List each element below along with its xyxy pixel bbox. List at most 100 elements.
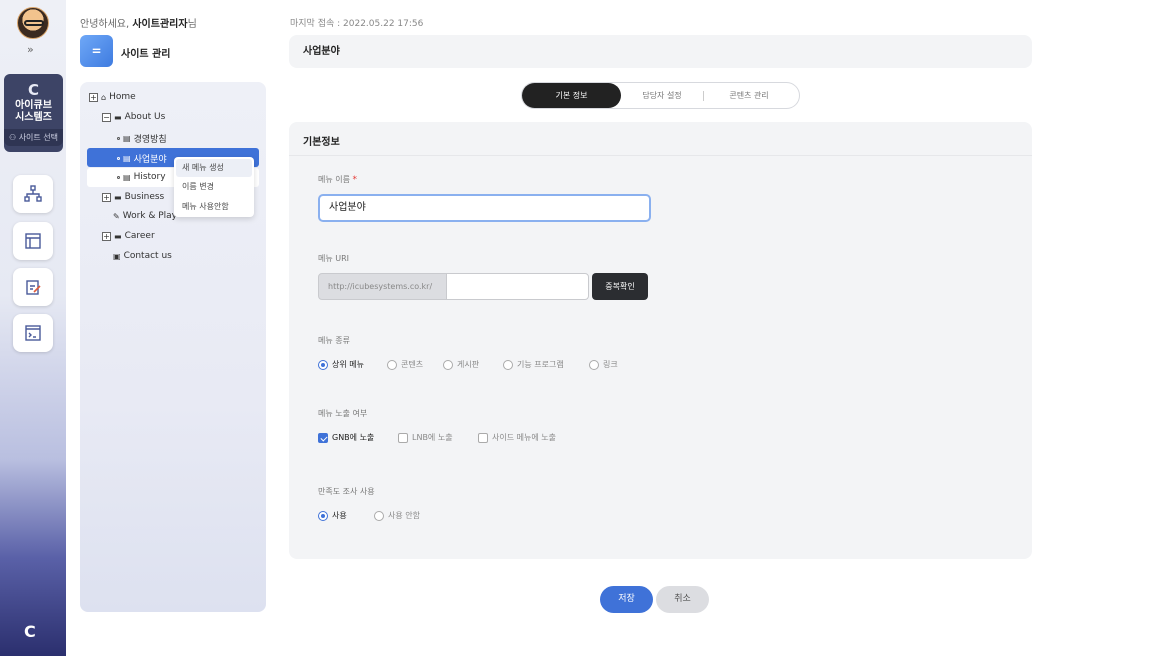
form-section-title: 기본정보 (303, 137, 340, 148)
site-card[interactable]: C 아이큐브 시스템즈 ⚇ 사이트 선택 (4, 74, 63, 152)
layout-button[interactable] (13, 222, 53, 260)
option-label: GNB에 노출 (332, 433, 375, 442)
required-mark: * (352, 175, 358, 185)
tree-node-about-us[interactable]: − ▬ About Us (102, 112, 165, 122)
radio-icon[interactable] (374, 510, 384, 521)
survey-option[interactable]: 사용 안함 (374, 510, 420, 521)
tree-node-contact[interactable]: ▣ Contact us (113, 251, 172, 261)
option-label: 콘텐츠 (401, 360, 424, 369)
bullet-icon (117, 137, 120, 140)
tree-node-label: Home (109, 92, 136, 102)
bullet-icon (117, 157, 120, 160)
menu-item-new[interactable]: 새 메뉴 생성 (176, 159, 252, 177)
expand-icon[interactable]: + (102, 192, 111, 202)
brand-logo-icon: C (24, 622, 36, 641)
cancel-button[interactable]: 취소 (656, 586, 709, 613)
tab-bar: 기본 정보 담당자 설정 콘텐츠 관리 (521, 82, 800, 109)
expand-icon[interactable]: + (89, 92, 98, 102)
menu-name-label-text: 메뉴 이름 (318, 175, 350, 184)
last-login: 마지막 접속 : 2022.05.22 17:56 (290, 19, 424, 29)
greeting-suffix: 님 (187, 19, 197, 30)
tree-node-home[interactable]: + ⌂ Home (89, 92, 136, 102)
home-icon: ⌂ (101, 92, 107, 102)
tree-node-label: Career (124, 231, 155, 241)
terminal-button[interactable] (13, 314, 53, 352)
checkbox-icon[interactable] (478, 432, 488, 443)
site-manage-title: 사이트 관리 (121, 49, 171, 60)
tree-node-career[interactable]: + ▬ Career (102, 231, 155, 241)
sitemap-button[interactable] (13, 175, 53, 213)
basic-info-form: 기본정보 메뉴 이름 * 사업분야 메뉴 URI http://icubesys… (289, 122, 1032, 559)
tree-node-label: 경영방침 (133, 135, 167, 145)
menu-type-option[interactable]: 게시판 (443, 359, 479, 370)
avatar-glasses (24, 20, 44, 26)
layout-icon (25, 233, 41, 249)
expand-icon[interactable]: + (102, 231, 111, 241)
radio-icon[interactable] (387, 359, 397, 370)
edit-button[interactable] (13, 268, 53, 306)
radio-checked-icon[interactable] (318, 359, 328, 370)
radio-icon[interactable] (503, 359, 513, 370)
menu-type-option[interactable]: 기능 프로그램 (503, 359, 564, 370)
tree-node-label: About Us (124, 112, 166, 122)
menu-item-rename[interactable]: 이름 변경 (174, 177, 254, 197)
site-select-label: 사이트 선택 (18, 133, 59, 142)
survey-option[interactable]: 사용 (318, 510, 347, 521)
checkbox-checked-icon[interactable] (318, 432, 328, 443)
option-label: 상위 메뉴 (332, 360, 364, 369)
site-select-button[interactable]: ⚇ 사이트 선택 (4, 129, 63, 146)
folder-icon: ▬ (114, 112, 122, 122)
duplicate-check-button[interactable]: 중복확인 (592, 273, 648, 300)
exposure-option[interactable]: LNB에 노출 (398, 432, 453, 443)
site-manage-icon: = (80, 35, 113, 67)
page-icon: ▤ (123, 134, 131, 143)
greeting-prefix: 안녕하세요, (80, 19, 133, 30)
menu-type-option[interactable]: 상위 메뉴 (318, 359, 364, 370)
checkbox-icon[interactable] (398, 432, 408, 443)
user-avatar[interactable] (17, 7, 49, 39)
exposure-option[interactable]: GNB에 노출 (318, 432, 374, 443)
exposure-label: 메뉴 노출 여부 (318, 409, 368, 418)
menu-type-option[interactable]: 링크 (589, 359, 618, 370)
option-label: 게시판 (457, 360, 480, 369)
menu-uri-label: 메뉴 URI (318, 254, 350, 263)
radio-checked-icon[interactable] (318, 510, 328, 521)
menu-name-label: 메뉴 이름 * (318, 174, 357, 185)
tree-node-work-play[interactable]: ✎ Work & Play (113, 211, 177, 221)
option-label: 링크 (603, 360, 618, 369)
radio-icon[interactable] (443, 359, 453, 370)
folder-icon: ▬ (114, 231, 122, 241)
expand-rail-icon[interactable]: » (27, 43, 34, 56)
radio-icon[interactable] (589, 359, 599, 370)
tab-manager-settings[interactable]: 담당자 설정 (621, 83, 703, 108)
save-button[interactable]: 저장 (600, 586, 653, 613)
sitemap-icon (24, 185, 42, 202)
divider (289, 155, 1032, 156)
collapse-icon[interactable]: − (102, 112, 111, 122)
tree-node-business[interactable]: + ▬ Business (102, 192, 164, 202)
site-name: 아이큐브 시스템즈 (4, 100, 63, 124)
menu-item-disable[interactable]: 메뉴 사용안함 (174, 197, 254, 217)
terminal-icon (25, 325, 41, 341)
menu-name-input[interactable]: 사업분야 (318, 194, 651, 222)
exposure-option[interactable]: 사이드 메뉴에 노출 (478, 432, 556, 443)
page-icon: ▤ (123, 172, 131, 182)
tree-node-business-field[interactable]: ▤ 사업분야 (117, 152, 167, 165)
tree-node-policy[interactable]: ▤ 경영방침 (117, 132, 167, 145)
user-name: 사이트관리자 (132, 19, 188, 30)
tab-content-management[interactable]: 콘텐츠 관리 (704, 83, 794, 108)
left-rail: » C 아이큐브 시스템즈 ⚇ 사이트 선택 C (0, 0, 66, 656)
tree-node-label: Work & Play (122, 211, 178, 221)
site-logo-icon: C (27, 81, 39, 99)
bullet-icon (117, 175, 120, 179)
menu-uri-prefix: http://icubesystems.co.kr/ (318, 273, 447, 300)
tree-node-history[interactable]: ▤ History (117, 172, 166, 182)
option-label: 사용 (332, 511, 347, 520)
tree-node-label: 사업분야 (133, 155, 167, 165)
menu-type-option[interactable]: 콘텐츠 (387, 359, 423, 370)
clipboard-edit-icon (26, 280, 41, 295)
tree-node-label: Business (124, 192, 165, 202)
tab-basic-info[interactable]: 기본 정보 (522, 83, 621, 108)
survey-label: 만족도 조사 사용 (318, 487, 375, 496)
menu-uri-input[interactable] (446, 273, 589, 300)
